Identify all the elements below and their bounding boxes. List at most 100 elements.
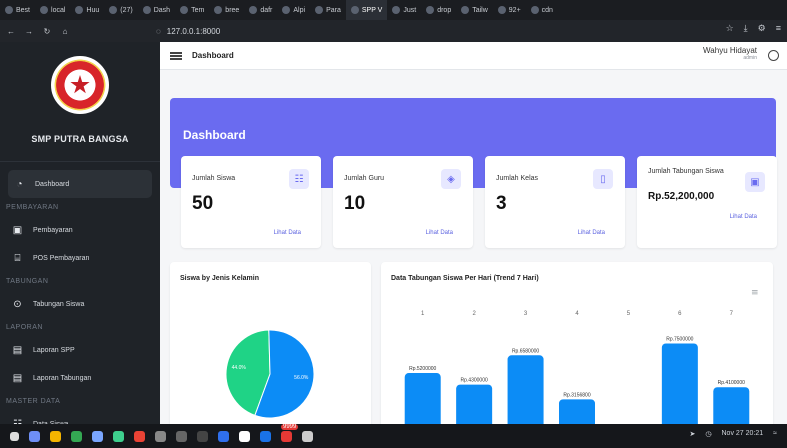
tab-label: Para [326, 6, 341, 14]
tab-label: Alpi [293, 6, 306, 14]
star-icon[interactable]: ☆ [726, 23, 734, 34]
bar[interactable] [456, 384, 493, 424]
x-tick-label: 5 [627, 311, 631, 317]
pie-slice-label: 44.0% [232, 365, 247, 371]
bar[interactable] [507, 355, 544, 424]
browser-tab[interactable]: SPP V [345, 0, 388, 20]
sidebar-item-label: POS Pembayaran [33, 254, 90, 262]
os-taskbar: 9999 ➤ ◷ Nov 27 20:21 ≈ [0, 423, 787, 448]
forward-icon[interactable]: → [22, 27, 36, 36]
brand: SMP PUTRA BANGSA [0, 42, 160, 162]
store-icon[interactable] [239, 430, 250, 442]
bar[interactable] [713, 387, 750, 424]
browser-tab[interactable]: Para [310, 0, 346, 20]
tab-favicon-icon [142, 6, 151, 14]
browser-tab[interactable]: Alpi [277, 0, 310, 20]
sidebar-section-label: MASTER DATA [6, 397, 61, 405]
x-tick-label: 6 [678, 311, 682, 317]
user-role: admin [743, 55, 757, 61]
tab-favicon-icon [180, 6, 189, 14]
datetime: Nov 27 20:21 [721, 430, 764, 437]
report-icon: ▤ [12, 344, 23, 356]
files-icon[interactable] [29, 430, 40, 442]
menu-icon[interactable]: ≡ [776, 23, 781, 34]
stat-card: Jumlah Tabungan Siswa Rp.52,200,000 Lihat … [637, 156, 777, 248]
wifi-icon[interactable]: ≈ [773, 430, 777, 438]
tab-favicon-icon [392, 6, 401, 14]
hamburger-menu-icon[interactable] [170, 51, 182, 60]
sidebar-item-laporan-spp[interactable]: ▤ Laporan SPP [0, 336, 160, 364]
terminal-icon[interactable] [50, 430, 61, 442]
browser-tab[interactable]: drop [421, 0, 456, 20]
sidebar-item-label: Dashboard [35, 180, 70, 188]
user-info[interactable]: Wahyu Hidayat admin [703, 46, 757, 61]
tab-label: SPP V [361, 6, 383, 14]
browser-tab[interactable]: bree [209, 0, 244, 20]
stat-value: 3 [496, 193, 507, 214]
tab-favicon-icon [75, 6, 84, 14]
view-data-link[interactable]: Lihat Data [578, 230, 605, 236]
tab-label: 92+ [508, 6, 521, 14]
sidebar-section-label: TABUNGAN [6, 277, 49, 285]
browser-tab[interactable]: 92+ [493, 0, 526, 20]
code-icon[interactable] [92, 430, 103, 442]
browser-tab[interactable]: cdn [526, 0, 558, 20]
browser-tab[interactable]: dafr [244, 0, 277, 20]
editor-icon[interactable] [71, 430, 82, 442]
address-bar[interactable]: ◌ 127.0.0.1:8000 [150, 23, 650, 39]
tab-label: Just [403, 6, 417, 14]
browser-tab[interactable]: Tem [175, 0, 209, 20]
notification-badge: 9999 [281, 423, 299, 430]
browser-tab[interactable]: Best [0, 0, 35, 20]
bar[interactable] [404, 373, 441, 424]
chart-menu-icon[interactable]: ≡ [751, 288, 759, 298]
sidebar-item-pembayaran[interactable]: ▣ Pembayaran [0, 216, 160, 244]
document-icon[interactable] [302, 430, 313, 442]
monitor-icon[interactable] [176, 430, 187, 442]
settings-icon[interactable] [155, 430, 166, 442]
sidebar-item-tabungan-siswa[interactable]: ⊙ Tabungan Siswa [0, 290, 160, 318]
reload-icon[interactable]: ↻ [40, 27, 54, 36]
back-icon[interactable]: ← [4, 27, 18, 36]
stat-label: Jumlah Siswa [192, 175, 236, 182]
user-name: Wahyu Hidayat [703, 46, 757, 55]
sidebar-item-pos-pembayaran[interactable]: ⌸ POS Pembayaran [0, 244, 160, 272]
apps-grid-icon[interactable] [10, 431, 19, 441]
browser-tab[interactable]: Tailw [456, 0, 493, 20]
x-tick-label: 2 [472, 311, 476, 317]
users-icon: ☷ [289, 169, 309, 189]
bar[interactable] [559, 399, 595, 424]
home-icon[interactable]: ⌂ [58, 27, 72, 36]
download-icon[interactable]: ⤓ [744, 23, 748, 34]
app-icon[interactable] [113, 430, 124, 442]
browser-tab[interactable]: Just [387, 0, 421, 20]
bar[interactable] [661, 343, 698, 424]
sidebar-item-laporan-tabungan[interactable]: ▤ Laporan Tabungan [0, 364, 160, 392]
view-data-link[interactable]: Lihat Data [730, 214, 757, 220]
extensions-icon[interactable]: ⚙ [758, 23, 766, 34]
system-tray: ➤ ◷ Nov 27 20:21 ≈ [690, 430, 777, 438]
ide-icon[interactable] [218, 430, 229, 442]
stat-card: Jumlah Siswa 50 Lihat Data ☷ [181, 156, 321, 248]
savings-bar-panel: Data Tabungan Siswa Per Hari (Trend 7 Ha… [381, 262, 773, 424]
clock-icon[interactable]: ◷ [705, 430, 711, 438]
account-icon[interactable] [768, 50, 779, 61]
view-data-link[interactable]: Lihat Data [274, 230, 301, 236]
mail-icon[interactable] [260, 430, 271, 442]
tab-label: dafr [260, 6, 273, 14]
window-icon[interactable] [197, 430, 208, 442]
browser-tab[interactable]: (27) [104, 0, 137, 20]
browser-tab[interactable]: Dash [138, 0, 175, 20]
view-data-link[interactable]: Lihat Data [426, 230, 453, 236]
notes-icon[interactable]: 9999 [281, 423, 299, 442]
browser-icon[interactable] [134, 430, 145, 442]
sidebar-item-dashboard[interactable]: ◔ Dashboard [8, 170, 152, 198]
tab-label: Dash [153, 6, 171, 14]
url-text: 127.0.0.1:8000 [166, 26, 221, 36]
browser-tab[interactable]: local [35, 0, 70, 20]
gender-pie-chart: 44.0% 56.0% [225, 329, 315, 419]
bar-value-label: Rp.5200000 [409, 366, 436, 372]
browser-tab[interactable]: Huu [70, 0, 104, 20]
stat-card: Jumlah Guru 10 Lihat Data ◈ [333, 156, 473, 248]
location-icon[interactable]: ➤ [690, 430, 696, 438]
